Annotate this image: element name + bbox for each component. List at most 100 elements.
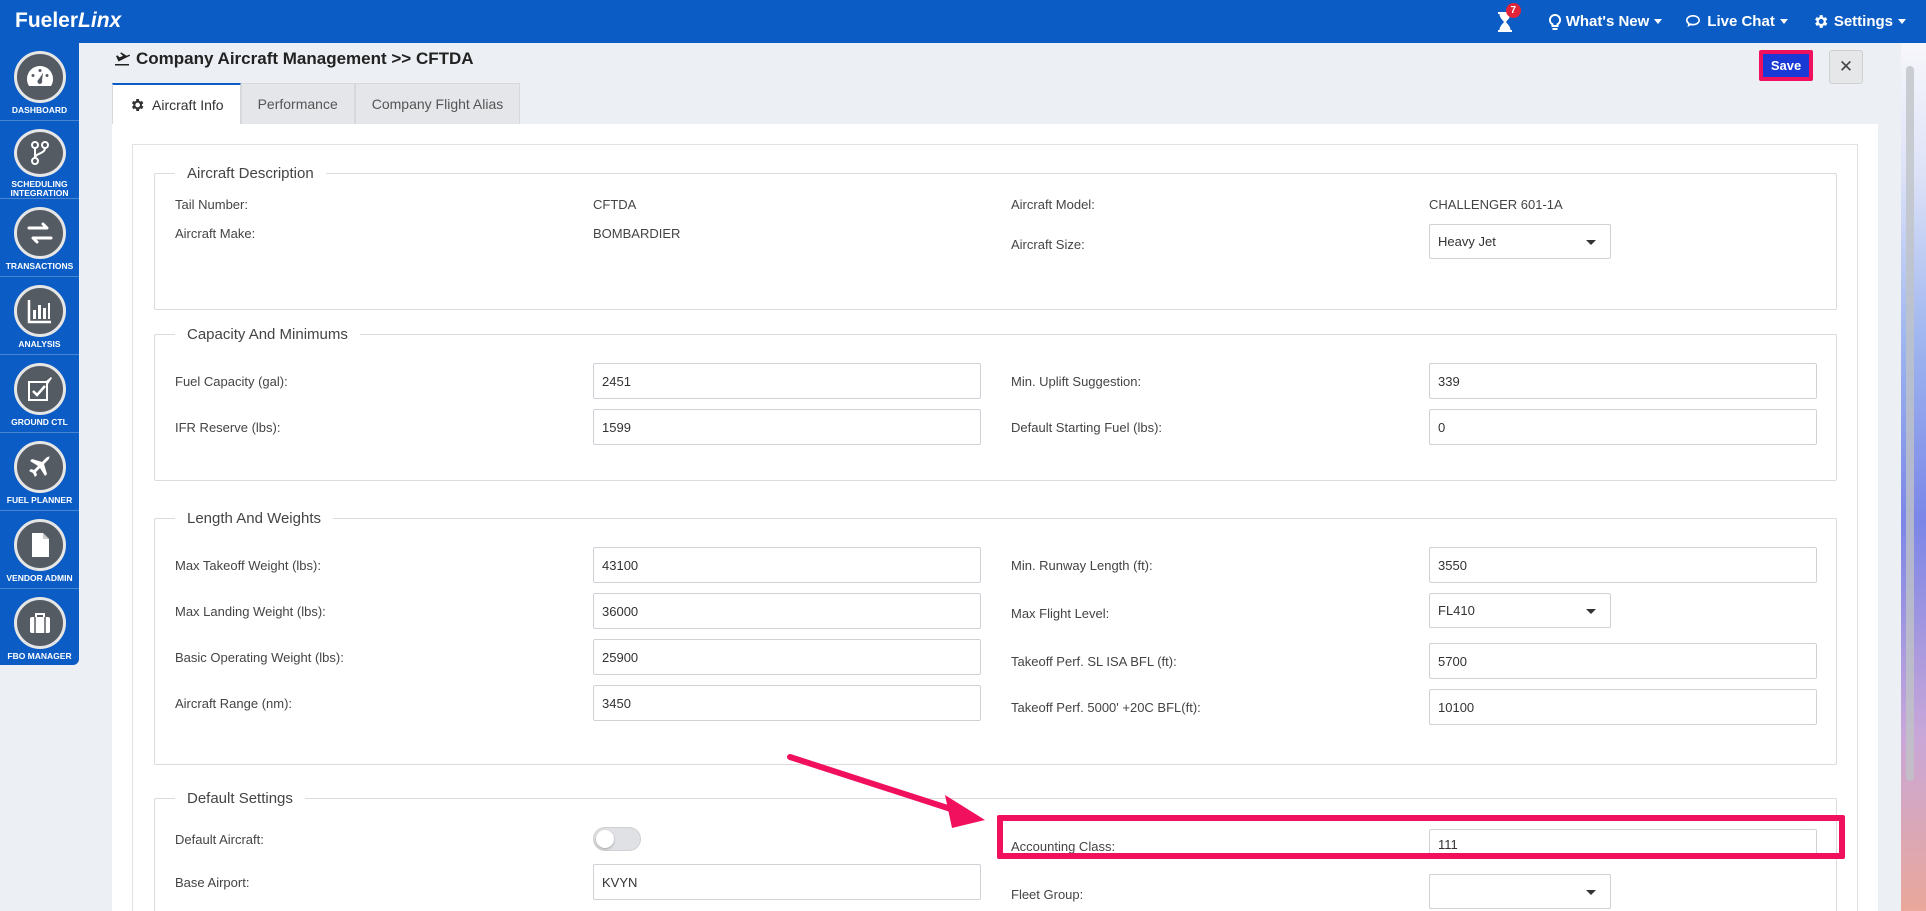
save-button[interactable]: Save (1759, 50, 1813, 81)
sidebar-item-ground-ctl[interactable]: GROUND CTL (0, 355, 79, 433)
tail-number-value: CFTDA (593, 197, 637, 212)
main-content: Company Aircraft Management >> CFTDA Sav… (79, 43, 1901, 911)
sidebar-item-transactions[interactable]: TRANSACTIONS (0, 199, 79, 277)
min-runway-label: Min. Runway Length (ft): (1011, 558, 1153, 573)
branch-icon (13, 129, 66, 177)
close-icon: ✕ (1838, 57, 1854, 76)
default-settings-section: Default Settings Default Aircraft: Base … (154, 790, 1837, 911)
sidebar-item-scheduling-integration[interactable]: SCHEDULING INTEGRATION (0, 121, 79, 199)
base-airport-input[interactable]: KVYN (593, 864, 981, 900)
chevron-down-icon (1586, 240, 1596, 245)
basic-operating-input[interactable]: 25900 (593, 639, 981, 675)
section-title: Default Settings (187, 790, 293, 807)
close-button[interactable]: ✕ (1829, 50, 1863, 84)
chevron-down-icon (1586, 890, 1596, 895)
form-container: Aircraft Description Tail Number: CFTDA … (132, 144, 1858, 911)
sidebar-item-label: DASHBOARD (11, 105, 68, 115)
sidebar-item-label: ANALYSIS (18, 339, 61, 349)
tab-performance[interactable]: Performance (240, 83, 355, 124)
tab-aircraft-info[interactable]: Aircraft Info (112, 83, 241, 124)
accounting-class-input[interactable]: 111 (1429, 829, 1817, 859)
max-flight-level-select[interactable]: FL410 (1429, 593, 1611, 628)
gear-icon (131, 98, 144, 111)
section-title: Aircraft Description (187, 165, 314, 182)
chat-icon (1686, 14, 1701, 27)
length-weights-section: Length And Weights Max Takeoff Weight (l… (154, 510, 1837, 765)
section-title: Capacity And Minimums (187, 326, 348, 343)
tail-number-label: Tail Number: (175, 197, 248, 212)
chevron-down-icon (1898, 19, 1906, 24)
takeoff-5000-input[interactable]: 10100 (1429, 689, 1817, 725)
sidebar-item-label: FUEL PLANNER (6, 495, 73, 505)
base-airport-label: Base Airport: (175, 875, 250, 890)
sidebar-item-label: GROUND CTL (11, 417, 68, 427)
sidebar-item-label: VENDOR ADMIN (6, 573, 73, 583)
min-uplift-input[interactable]: 339 (1429, 363, 1817, 399)
whats-new-menu[interactable]: What's New (1548, 13, 1663, 30)
aircraft-size-label: Aircraft Size: (1011, 237, 1085, 252)
toggle-knob (596, 830, 614, 848)
max-landing-input[interactable]: 36000 (593, 593, 981, 629)
min-runway-input[interactable]: 3550 (1429, 547, 1817, 583)
gear-icon (1814, 15, 1828, 28)
lightbulb-icon (1548, 13, 1561, 30)
fleet-group-label: Fleet Group: (1011, 887, 1084, 902)
tab-company-flight-alias[interactable]: Company Flight Alias (354, 83, 521, 124)
default-aircraft-toggle[interactable] (593, 827, 641, 851)
takeoff-sl-label: Takeoff Perf. SL ISA BFL (ft): (1011, 654, 1177, 669)
basic-operating-label: Basic Operating Weight (lbs): (175, 650, 344, 665)
max-flight-level-label: Max Flight Level: (1011, 606, 1110, 621)
plane-icon (13, 441, 66, 493)
default-starting-fuel-input[interactable]: 0 (1429, 409, 1817, 445)
aircraft-make-label: Aircraft Make: (175, 226, 256, 241)
live-chat-label: Live Chat (1707, 13, 1775, 30)
aircraft-size-value: Heavy Jet (1438, 234, 1496, 249)
gauge-icon (13, 51, 66, 103)
sidebar-item-analysis[interactable]: ANALYSIS (0, 277, 79, 355)
aircraft-model-label: Aircraft Model: (1011, 197, 1095, 212)
default-aircraft-label: Default Aircraft: (175, 832, 264, 847)
settings-menu[interactable]: Settings (1812, 13, 1906, 30)
settings-label: Settings (1833, 13, 1893, 30)
aircraft-range-input[interactable]: 3450 (593, 685, 981, 721)
sidebar-item-label: FBO MANAGER (7, 651, 72, 661)
tab-label: Performance (257, 96, 338, 112)
tab-label: Company Flight Alias (371, 96, 504, 112)
fleet-group-select[interactable] (1429, 874, 1611, 909)
page-title-text: Company Aircraft Management >> CFTDA (136, 49, 474, 68)
notifications-button[interactable]: 7 (1497, 2, 1521, 32)
aircraft-description-section: Aircraft Description Tail Number: CFTDA … (154, 165, 1837, 310)
takeoff-5000-label: Takeoff Perf. 5000' +20C BFL(ft): (1011, 700, 1201, 715)
aircraft-model-value: CHALLENGER 601-1A (1429, 197, 1563, 212)
plane-takeoff-icon (115, 52, 130, 66)
app-logo[interactable]: FuelerLinx (15, 9, 121, 33)
sidebar-item-fbo-manager[interactable]: FBO MANAGER (0, 589, 79, 667)
max-takeoff-input[interactable]: 43100 (593, 547, 981, 583)
sidebar-item-vendor-admin[interactable]: VENDOR ADMIN (0, 511, 79, 589)
tab-panel: Aircraft Description Tail Number: CFTDA … (112, 124, 1878, 911)
briefcase-icon (13, 597, 66, 649)
notification-badge: 7 (1505, 2, 1521, 18)
chevron-down-icon (1654, 19, 1663, 24)
exchange-icon (13, 207, 66, 259)
whats-new-label: What's New (1565, 13, 1650, 30)
takeoff-sl-input[interactable]: 5700 (1429, 643, 1817, 679)
page-title: Company Aircraft Management >> CFTDA (114, 49, 474, 69)
bar-chart-icon (13, 285, 66, 337)
ifr-reserve-input[interactable]: 1599 (593, 409, 981, 445)
min-uplift-label: Min. Uplift Suggestion: (1011, 374, 1142, 389)
scrollbar-thumb[interactable] (1906, 66, 1914, 781)
sidebar: DASHBOARD SCHEDULING INTEGRATION TRANSAC… (0, 43, 79, 665)
ifr-reserve-label: IFR Reserve (lbs): (175, 420, 281, 435)
sidebar-item-label: TRANSACTIONS (5, 261, 74, 271)
aircraft-size-select[interactable]: Heavy Jet (1429, 224, 1611, 259)
max-flight-level-value: FL410 (1438, 603, 1475, 618)
chevron-down-icon (1586, 609, 1596, 614)
sidebar-item-dashboard[interactable]: DASHBOARD (0, 43, 79, 121)
sidebar-item-fuel-planner[interactable]: FUEL PLANNER (0, 433, 79, 511)
fuel-capacity-input[interactable]: 2451 (593, 363, 981, 399)
max-takeoff-label: Max Takeoff Weight (lbs): (175, 558, 321, 573)
live-chat-menu[interactable]: Live Chat (1686, 13, 1788, 30)
max-landing-label: Max Landing Weight (lbs): (175, 604, 326, 619)
default-starting-fuel-label: Default Starting Fuel (lbs): (1011, 420, 1163, 435)
